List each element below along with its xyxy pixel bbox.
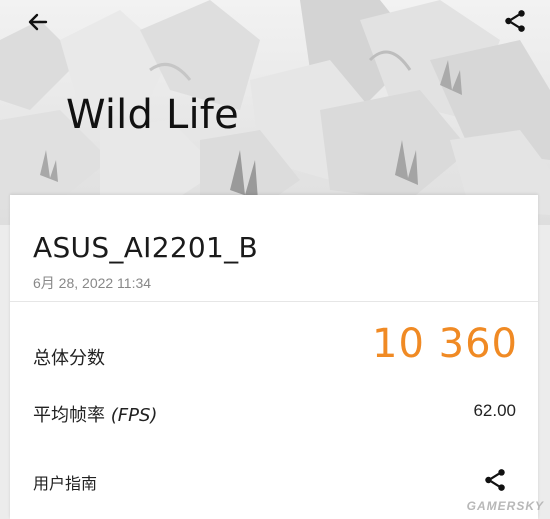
back-button[interactable]: [22, 6, 54, 38]
fps-value: 62.00: [473, 401, 516, 420]
device-name: ASUS_AI2201_B: [33, 231, 258, 264]
fps-unit: (FPS): [110, 405, 158, 426]
result-card: ASUS_AI2201_B 6月 28, 2022 11:34 总体分数 10 …: [10, 195, 538, 519]
score-label: 总体分数: [33, 348, 105, 369]
result-date: 6月 28, 2022 11:34: [33, 275, 152, 291]
fps-label: 平均帧率 (FPS): [33, 401, 157, 427]
hero-banner: Wild Life: [0, 0, 550, 225]
share-icon: [505, 10, 525, 32]
share-button-top[interactable]: [498, 4, 532, 38]
user-guide-link[interactable]: 用户指南: [33, 470, 97, 494]
share-icon: [485, 469, 505, 491]
divider: [10, 301, 538, 302]
watermark-text: GAMERSKY: [466, 499, 544, 513]
benchmark-title: Wild Life: [66, 92, 239, 138]
fps-label-text: 平均帧率: [33, 405, 105, 426]
share-button-bottom[interactable]: [478, 463, 512, 497]
arrow-left-icon: [28, 13, 48, 31]
score-value: 10 360: [372, 321, 518, 367]
